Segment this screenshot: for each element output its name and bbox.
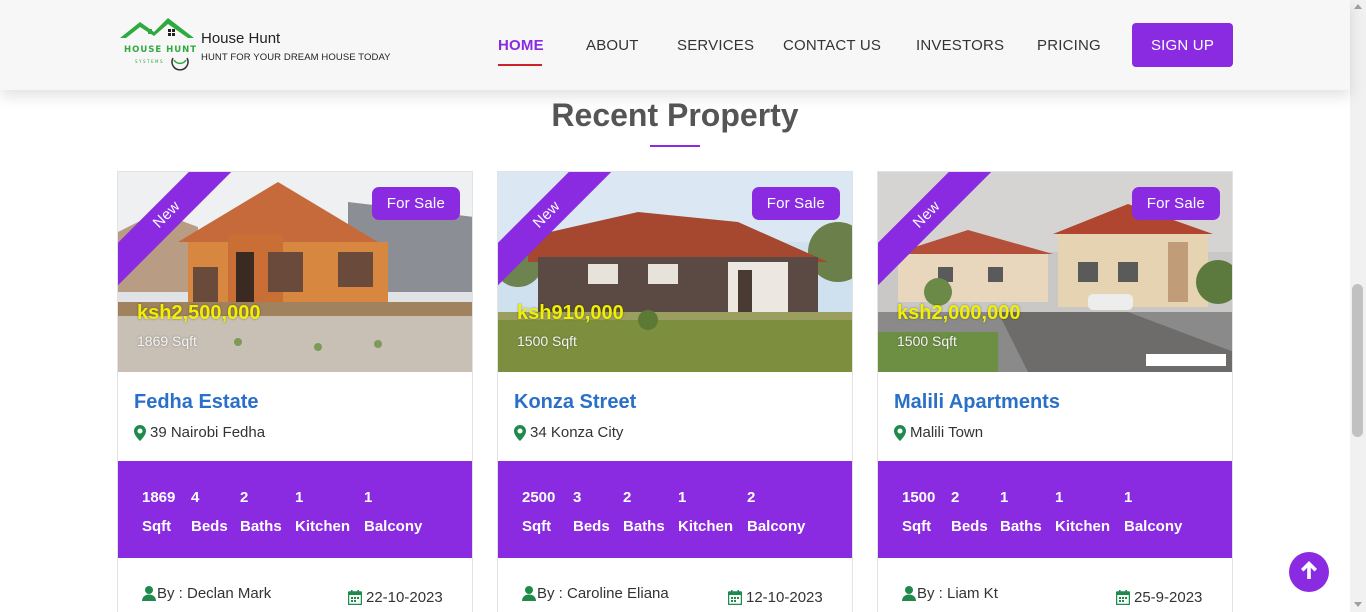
feature-value: 1 <box>364 489 373 506</box>
property-location: 39 Nairobi Fedha <box>134 424 265 441</box>
location-pin-icon <box>514 424 526 441</box>
property-features: 1869 Sqft 4 Beds 2 Baths 1 Kitchen 1 Bal… <box>118 461 472 558</box>
feature-value: 4 <box>191 489 200 506</box>
feature-value: 2 <box>623 489 632 506</box>
nav-investors[interactable]: INVESTORS <box>916 37 1004 54</box>
property-image[interactable]: New For Sale ksh910,000 1500 Sqft <box>498 172 852 372</box>
property-location: 34 Konza City <box>514 424 623 441</box>
date-text: 22-10-2023 <box>366 589 443 606</box>
location-pin-icon <box>894 424 906 441</box>
author-text: By : Caroline Eliana <box>537 585 669 602</box>
house-hunt-logo[interactable]: HOUSE HUNT SYSTEMS <box>118 16 196 72</box>
property-date: 25-9-2023 <box>1115 589 1203 606</box>
property-card[interactable]: New For Sale ksh910,000 1500 Sqft Konza … <box>497 171 853 612</box>
property-card[interactable]: New For Sale ksh2,000,000 1500 Sqft Mali… <box>877 171 1233 612</box>
property-title[interactable]: Fedha Estate <box>134 391 258 414</box>
property-area: 1869 Sqft <box>137 333 197 349</box>
feature-label: Sqft <box>902 518 932 535</box>
property-date: 12-10-2023 <box>727 589 823 606</box>
feature-value: 1500 <box>902 489 936 506</box>
user-icon <box>522 586 536 601</box>
user-icon <box>902 586 916 601</box>
property-author: By : Liam Kt <box>902 585 998 602</box>
property-price: ksh2,500,000 <box>137 302 261 324</box>
feature-value: 1 <box>295 489 304 506</box>
feature-label: Baths <box>623 518 665 535</box>
calendar-icon <box>347 590 363 606</box>
site-header: HOUSE HUNT SYSTEMS House Hunt HUNT FOR Y… <box>0 0 1350 90</box>
property-features: 1500 Sqft 2 Beds 1 Baths 1 Kitchen 1 Bal… <box>878 461 1232 558</box>
property-area: 1500 Sqft <box>897 333 957 349</box>
location-text: Malili Town <box>910 424 984 441</box>
property-date: 22-10-2023 <box>347 589 443 606</box>
feature-value: 2 <box>951 489 960 506</box>
feature-label: Baths <box>1000 518 1042 535</box>
arrow-up-icon <box>1300 560 1318 585</box>
feature-label: Baths <box>240 518 282 535</box>
feature-value: 2 <box>747 489 756 506</box>
scroll-down-arrow-icon[interactable] <box>1354 602 1362 607</box>
feature-value: 3 <box>573 489 582 506</box>
feature-value: 2500 <box>522 489 556 506</box>
property-price: ksh2,000,000 <box>897 302 1021 324</box>
brand-tagline: HUNT FOR YOUR DREAM HOUSE TODAY <box>201 52 391 63</box>
for-sale-badge: For Sale <box>751 187 840 220</box>
feature-label: Beds <box>573 518 610 535</box>
scrollbar-thumb[interactable] <box>1352 284 1363 437</box>
back-to-top-button[interactable] <box>1289 552 1329 592</box>
calendar-icon <box>1115 590 1131 606</box>
feature-value: 1 <box>678 489 687 506</box>
location-text: 39 Nairobi Fedha <box>150 424 266 441</box>
feature-label: Balcony <box>364 518 423 535</box>
property-author: By : Declan Mark <box>142 585 271 602</box>
property-author: By : Caroline Eliana <box>522 585 669 602</box>
title-underline <box>650 145 700 147</box>
user-icon <box>142 586 156 601</box>
date-text: 25-9-2023 <box>1134 589 1203 606</box>
location-pin-icon <box>134 424 146 441</box>
property-title[interactable]: Konza Street <box>514 391 636 414</box>
brand-name: House Hunt <box>201 30 281 47</box>
calendar-icon <box>727 590 743 606</box>
for-sale-badge: For Sale <box>371 187 460 220</box>
for-sale-badge: For Sale <box>1131 187 1220 220</box>
property-features: 2500 Sqft 3 Beds 2 Baths 1 Kitchen 2 Bal… <box>498 461 852 558</box>
nav-services[interactable]: SERVICES <box>677 37 754 54</box>
feature-label: Sqft <box>142 518 172 535</box>
author-text: By : Liam Kt <box>917 585 998 602</box>
feature-label: Kitchen <box>1055 518 1111 535</box>
nav-about[interactable]: ABOUT <box>586 37 639 54</box>
property-title[interactable]: Malili Apartments <box>894 391 1060 414</box>
feature-label: Balcony <box>747 518 806 535</box>
feature-label: Beds <box>951 518 988 535</box>
nav-pricing[interactable]: PRICING <box>1037 37 1101 54</box>
nav-home[interactable]: HOME <box>498 37 544 54</box>
date-text: 12-10-2023 <box>746 589 823 606</box>
author-text: By : Declan Mark <box>157 585 272 602</box>
logo-wordmark: HOUSE HUNT <box>124 45 196 55</box>
feature-label: Balcony <box>1124 518 1183 535</box>
property-card[interactable]: New For Sale ksh2,500,000 1869 Sqft Fedh… <box>117 171 473 612</box>
section-title: Recent Property <box>551 97 799 133</box>
property-price: ksh910,000 <box>517 302 624 324</box>
feature-label: Sqft <box>522 518 552 535</box>
location-text: 34 Konza City <box>530 424 624 441</box>
feature-value: 1 <box>1000 489 1009 506</box>
feature-value: 2 <box>240 489 249 506</box>
feature-value: 1 <box>1055 489 1064 506</box>
feature-label: Kitchen <box>678 518 734 535</box>
logo-subtext: SYSTEMS <box>135 59 164 64</box>
property-area: 1500 Sqft <box>517 333 577 349</box>
property-image[interactable]: New For Sale ksh2,500,000 1869 Sqft <box>118 172 472 372</box>
nav-contact-us[interactable]: CONTACT US <box>783 37 881 54</box>
signup-button[interactable]: SIGN UP <box>1132 23 1233 67</box>
feature-value: 1869 <box>142 489 176 506</box>
feature-value: 1 <box>1124 489 1133 506</box>
scroll-up-arrow-icon[interactable] <box>1354 4 1362 9</box>
feature-label: Kitchen <box>295 518 351 535</box>
feature-label: Beds <box>191 518 228 535</box>
property-image[interactable]: New For Sale ksh2,000,000 1500 Sqft <box>878 172 1232 372</box>
nav-active-underline <box>498 64 542 66</box>
property-location: Malili Town <box>894 424 983 441</box>
